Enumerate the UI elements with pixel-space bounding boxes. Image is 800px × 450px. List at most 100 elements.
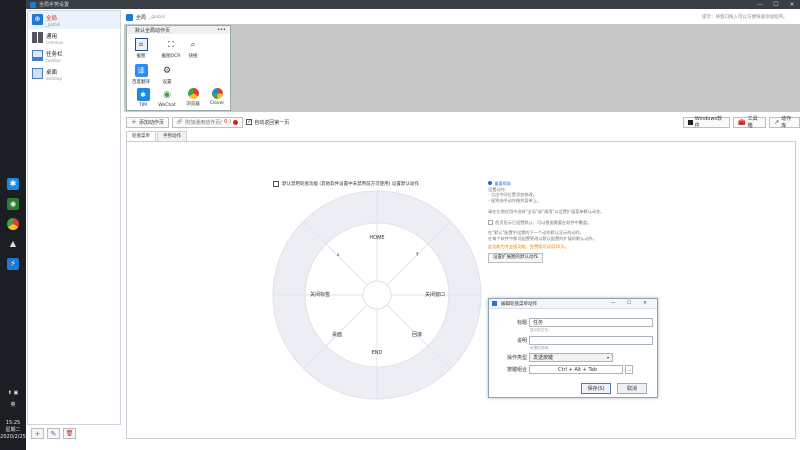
chevron-down-icon: ▾ (606, 355, 609, 360)
hotkey-input[interactable]: Ctrl + Alt + Tab (529, 365, 623, 374)
gear-icon: ⚙ (162, 65, 172, 76)
checkbox-unchecked[interactable] (488, 219, 493, 225)
windows-software-button[interactable]: Windows软件 (683, 116, 731, 129)
clock-weekday: 星期二 (5, 427, 21, 433)
checkbox-unchecked[interactable] (273, 181, 279, 187)
sidebar-buttons: + ✎ 🗑 (31, 428, 76, 439)
title-label: 标题 (516, 320, 527, 326)
chrome-icon[interactable] (7, 218, 19, 230)
current-app-name: 全局 (136, 14, 147, 21)
add-action-page-button[interactable]: + 添加动作页 (126, 116, 169, 128)
drag-tip: 提示：将窗口拖入可以方便快速添加程序。 (702, 15, 788, 20)
screenshot-icon: ⌗ (134, 38, 148, 51)
sidebar-item-global[interactable]: ⊕ 全局 _global (28, 11, 120, 29)
pro-notice: 此功能为专业版功能，免费版可试用30天。 (488, 244, 569, 250)
dialog-titlebar[interactable]: 编辑轮盘菜单动作 — ☐ ✕ (489, 299, 657, 309)
disable-wheel-option[interactable]: 默认禁用轮盘功能 (其他软件设置中未禁用前方可使用) 设置默认动作 (273, 181, 419, 187)
window-title: 全局手势设置 (39, 2, 70, 8)
wheel-sector-left[interactable]: 关闭标签 (310, 291, 330, 298)
delete-app-button[interactable]: 🗑 (63, 428, 76, 439)
page-title: 默认全局动作页 (135, 27, 171, 34)
auto-back-option[interactable]: ✓ 自动返回第一页 (246, 119, 289, 126)
description-input[interactable] (529, 336, 653, 345)
add-app-button[interactable]: + (31, 428, 44, 439)
action-page-panel[interactable]: 默认全局动作页 ••• ⌗ 截图 ⛶ 截图OCR ⌕ 快搜 译 百度翻译 ⚙ 设… (126, 25, 231, 111)
clover-icon (211, 88, 223, 99)
maximize-icon[interactable]: ☐ (627, 301, 631, 306)
mode-tabs: 轮盘菜单 手势动作 (126, 131, 188, 141)
wechat-icon[interactable]: ◉ (7, 198, 19, 210)
wheel-sector-top-right[interactable]: ↑ (415, 252, 419, 258)
page-toolbar: + 添加动作页 🔗 附加通用动作页( 0 ) ✓ 自动返回第一页 (126, 116, 289, 128)
crop-icon: ⛶ (168, 39, 174, 49)
more-icon[interactable]: ••• (217, 27, 226, 33)
show-default-option[interactable]: 首页显示已设置默认，可以根据需要在软件中覆盖。 (488, 220, 668, 226)
link-icon: 🔗 (176, 119, 184, 125)
globe-icon (126, 13, 133, 21)
clock-date: 2020/2/25 (0, 434, 26, 440)
wheel-sector-bottom[interactable]: END (372, 350, 383, 356)
action-page-header[interactable]: 默认全局动作页 ••• (127, 26, 230, 34)
action-baidu-translate[interactable]: 译 百度翻译 (131, 62, 151, 88)
count-badge: 0 (224, 119, 228, 125)
tab-gesture-actions[interactable]: 手势动作 (157, 131, 187, 141)
close-icon[interactable]: ✕ (784, 0, 800, 9)
wheel-sector-top-left[interactable]: ↓ (336, 252, 340, 258)
action-tim[interactable]: ✱ TIM (133, 86, 153, 112)
action-screenshot-ocr[interactable]: ⛶ 截图OCR (161, 36, 181, 62)
title-hint: 显示的文字。 (530, 328, 552, 332)
wheel-sector-right[interactable]: 关闭窗口 (425, 291, 445, 298)
clock-time[interactable]: 15:25 (0, 420, 26, 426)
wheel-sector-bottom-left[interactable]: 桌面 (332, 331, 342, 338)
windows-icon (688, 119, 693, 125)
toolbox-button[interactable]: 🧰 工具箱 (733, 116, 767, 129)
info-icon (488, 181, 492, 185)
checkbox-checked[interactable]: ✓ (246, 119, 253, 125)
operation-type-select[interactable]: 发送按键 ▾ (529, 353, 613, 362)
action-settings[interactable]: ⚙ 设置 (157, 62, 177, 88)
sidebar-item-desktop[interactable]: 桌面 desktop (28, 65, 120, 83)
hotkey-more-button[interactable]: … (625, 365, 633, 374)
sidebar-item-taskbar[interactable]: 任务栏 taskbar (28, 47, 120, 65)
tray-icons[interactable]: ⬆ ▣ (0, 390, 26, 396)
help-panel: 重要帮助 设置动作： - 点击中间位置添加修改。 - 规将选中动作拖到菜单上。 … (488, 181, 668, 263)
title-input[interactable]: 任务 (529, 318, 653, 327)
description-label: 说明 (516, 338, 527, 344)
mortarboard-icon[interactable]: ▲ (7, 238, 19, 250)
window-titlebar[interactable]: 全局手势设置 — ☐ ✕ (26, 0, 800, 9)
add-associated-page-button[interactable]: 🔗 附加通用动作页( 0 ) (171, 116, 244, 128)
edit-action-dialog: 编辑轮盘菜单动作 — ☐ ✕ 标题 任务 显示的文字。 说明 可提供说明。 操作… (488, 298, 658, 398)
wheel-sector-top[interactable]: HOME (369, 235, 384, 241)
chrome-icon (187, 88, 199, 99)
minimize-icon[interactable]: — (611, 301, 616, 306)
action-screenshot[interactable]: ⌗ 截图 (131, 36, 151, 62)
wheel-menu[interactable]: HOME ↑ 关闭窗口 回滚 END 桌面 关闭标签 ↓ (272, 190, 482, 400)
action-library-button[interactable]: ↗ 动作库 (769, 116, 800, 129)
action-quick-search[interactable]: ⌕ 快搜 (183, 36, 203, 62)
taskbar-icon (32, 50, 43, 61)
app-icon (30, 1, 36, 8)
set-default-actions-button[interactable]: 设置扩展圈的默认动作 (488, 252, 543, 263)
save-button[interactable]: 保存(S) (581, 383, 611, 394)
search-icon: ⌕ (190, 39, 196, 50)
edit-app-button[interactable]: ✎ (47, 428, 60, 439)
action-wechat[interactable]: ◉ WeChat (157, 86, 177, 112)
right-toolbar: Windows软件 🧰 工具箱 ↗ 动作库 (683, 116, 800, 129)
ime-indicator[interactable]: 英 (0, 402, 26, 408)
operation-type-label: 操作类型 (506, 355, 527, 361)
close-icon[interactable]: ✕ (643, 301, 647, 306)
lightning-icon[interactable]: ⚡ (7, 258, 19, 270)
wheel-sector-bottom-right[interactable]: 回滚 (412, 331, 422, 338)
minimize-icon[interactable]: — (752, 0, 768, 9)
action-browser[interactable]: 浏览器 (183, 86, 203, 112)
desktop-icon (32, 68, 43, 79)
current-app-id: _global (149, 14, 165, 20)
star-icon[interactable]: ✱ (7, 178, 19, 190)
current-app-bar: 全局 _global 提示：将窗口拖入可以方便快速添加程序。 (124, 10, 800, 24)
sidebar-item-common[interactable]: 通用 common (28, 29, 120, 47)
maximize-icon[interactable]: ☐ (768, 0, 784, 9)
action-clover[interactable]: Clover (207, 86, 227, 112)
cancel-button[interactable]: 取消 (617, 383, 647, 394)
tab-wheel-menu[interactable]: 轮盘菜单 (126, 131, 156, 141)
os-taskbar: ✱ ◉ ▲ ⚡ ⬆ ▣ 英 15:25 星期二 2020/2/25 (0, 0, 26, 450)
